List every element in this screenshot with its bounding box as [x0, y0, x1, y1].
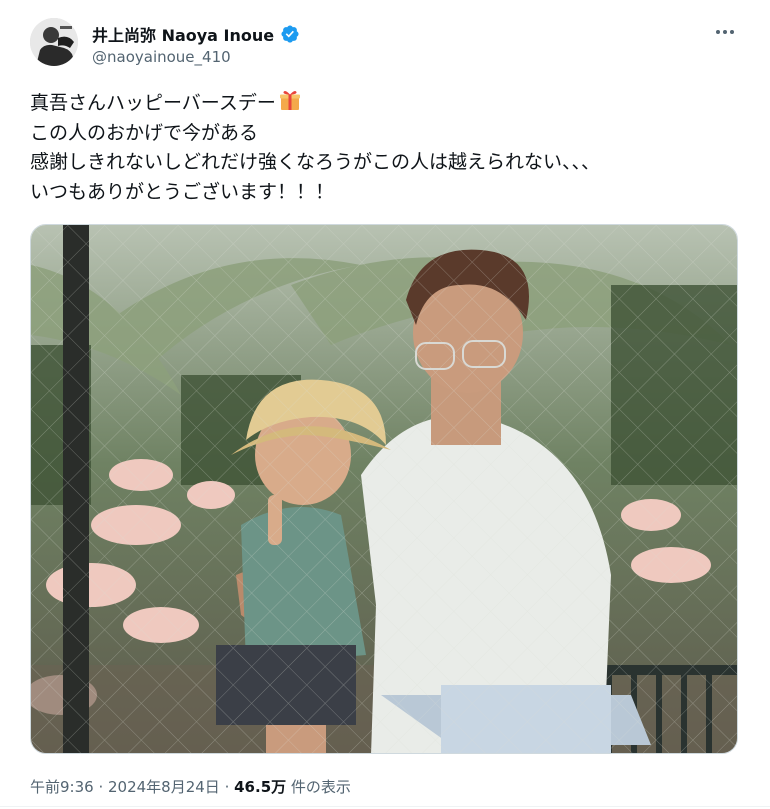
more-dot [716, 30, 720, 34]
divider [0, 806, 770, 807]
tweet-line: 真吾さんハッピーバースデー [30, 88, 730, 119]
meta-separator: · [93, 778, 108, 796]
avatar[interactable] [30, 18, 78, 66]
views-count: 46.5万 [234, 778, 287, 796]
more-dot [723, 30, 727, 34]
author-name-row[interactable]: 井上尚弥 Naoya Inoue [92, 22, 300, 46]
tweet-line: この人のおかげで今がある [30, 121, 259, 144]
tweet-date[interactable]: 2024年8月24日 [108, 778, 220, 796]
author-display-name[interactable]: 井上尚弥 Naoya Inoue [92, 22, 274, 46]
author-handle[interactable]: @naoyainoue_410 [92, 48, 231, 66]
tweet-photo[interactable] [30, 224, 738, 754]
tweet-card: 井上尚弥 Naoya Inoue @naoyainoue_410 真吾さんハッピ… [0, 0, 770, 809]
tweet-text: 真吾さんハッピーバースデー この人のおかげで今がある 感謝しきれないしどれだけ強… [30, 88, 730, 207]
tweet-line: いつもありがとうございます！！！ [30, 180, 335, 203]
more-options-icon[interactable] [713, 22, 737, 42]
tweet-line-text: 真吾さんハッピーバースデー [30, 92, 276, 114]
views-label: 件の表示 [286, 778, 351, 796]
tweet-time[interactable]: 午前9:36 [30, 778, 94, 796]
verified-badge-icon [281, 25, 299, 43]
meta-separator: · [219, 778, 235, 796]
avatar-image [30, 18, 78, 66]
more-dot [730, 30, 734, 34]
tweet-metadata: 午前9:36 · 2024年8月24日 · 46.5万 件の表示 [30, 776, 351, 797]
photo-image [31, 225, 737, 753]
tweet-line: 感謝しきれないしどれだけ強くなろうがこの人は越えられない、、、 [30, 151, 601, 173]
gift-icon [279, 90, 300, 110]
